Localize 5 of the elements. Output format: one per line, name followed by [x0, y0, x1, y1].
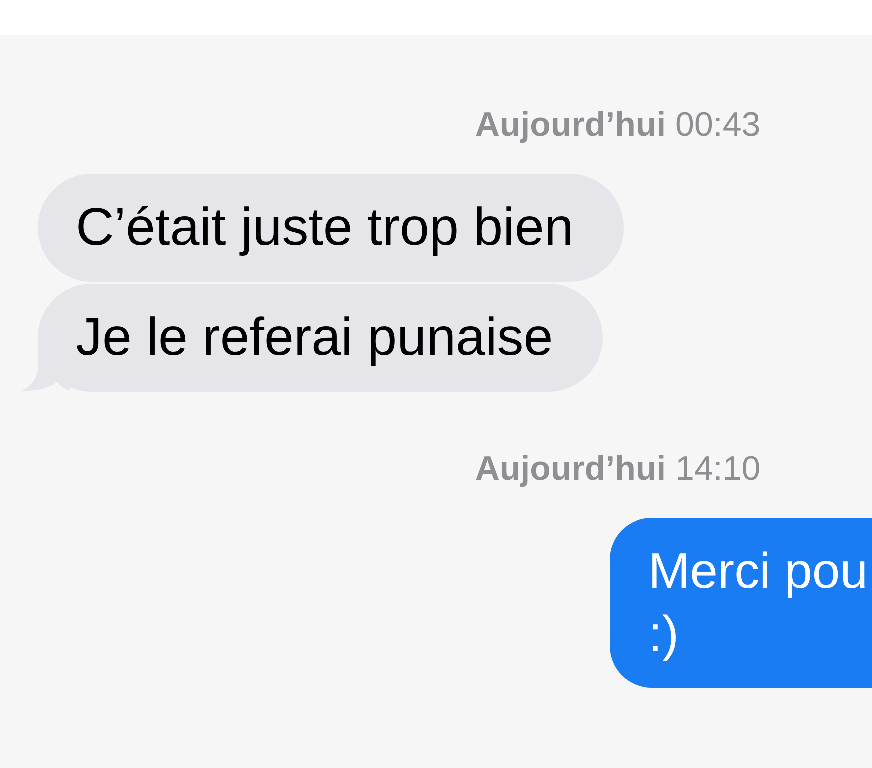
timestamp: Aujourd’hui 14:10 [475, 449, 761, 489]
message-text: C’était juste trop bien [76, 197, 574, 259]
message-text: Je le referai punaise [76, 307, 554, 369]
message-text: Merci pou :) [648, 542, 868, 664]
timestamp: Aujourd’hui 00:43 [475, 105, 761, 145]
